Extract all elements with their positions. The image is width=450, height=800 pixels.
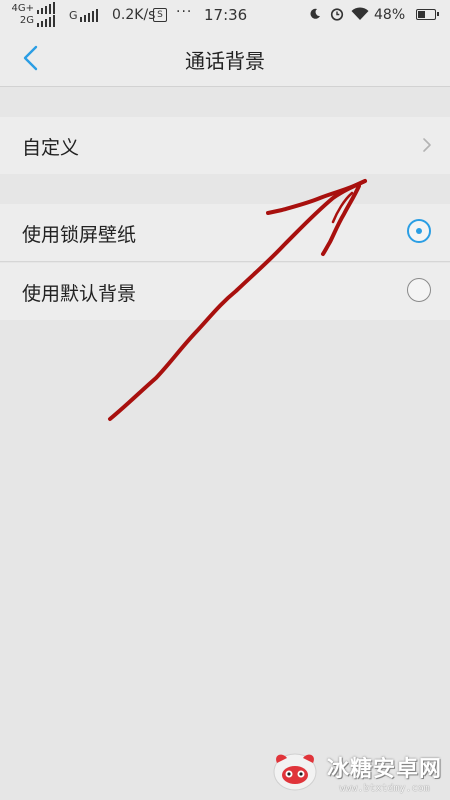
- battery-percent: 48%: [374, 7, 406, 23]
- battery-icon: [416, 9, 439, 20]
- more-notifications-icon: ···: [176, 4, 193, 20]
- battery-fill: [418, 11, 426, 18]
- radio-unselected[interactable]: [407, 278, 431, 302]
- custom-background-option[interactable]: 自定义: [0, 117, 450, 174]
- carrier-g-label: G: [69, 9, 78, 22]
- default-background-option[interactable]: 使用默认背景: [0, 263, 450, 320]
- watermark: 冰糖安卓网 www.btxtdmy.com: [269, 750, 442, 794]
- option-label: 自定义: [22, 137, 80, 159]
- mascot-logo-icon: [273, 753, 317, 791]
- option-label: 使用锁屏壁纸: [22, 224, 137, 246]
- signal-icon: [80, 8, 98, 22]
- chevron-right-icon: [423, 138, 431, 152]
- lock-wallpaper-option[interactable]: 使用锁屏壁纸: [0, 204, 450, 262]
- wifi-icon: [351, 7, 369, 20]
- option-label: 使用默认背景: [22, 283, 137, 305]
- signal-icon: [37, 2, 55, 14]
- clock: 17:36: [204, 6, 248, 24]
- header-bar: 通话背景: [0, 30, 450, 87]
- moon-icon: [310, 8, 320, 19]
- network-speed: 0.2K/s: [112, 7, 156, 23]
- status-bar: 4G+ 2G G 0.2K/s S ··· 17:36 48%: [0, 0, 450, 30]
- watermark-texts: 冰糖安卓网 www.btxtdmy.com: [327, 751, 442, 794]
- alarm-icon: [330, 8, 344, 21]
- screenshot-icon: S: [153, 8, 167, 22]
- watermark-url: www.btxtdmy.com: [339, 782, 430, 794]
- radio-selected[interactable]: [407, 219, 431, 243]
- network-type: 4G+ 2G: [11, 3, 35, 26]
- watermark-title: 冰糖安卓网: [326, 756, 442, 782]
- signal-icon: [37, 15, 55, 27]
- page-title: 通话背景: [185, 49, 265, 73]
